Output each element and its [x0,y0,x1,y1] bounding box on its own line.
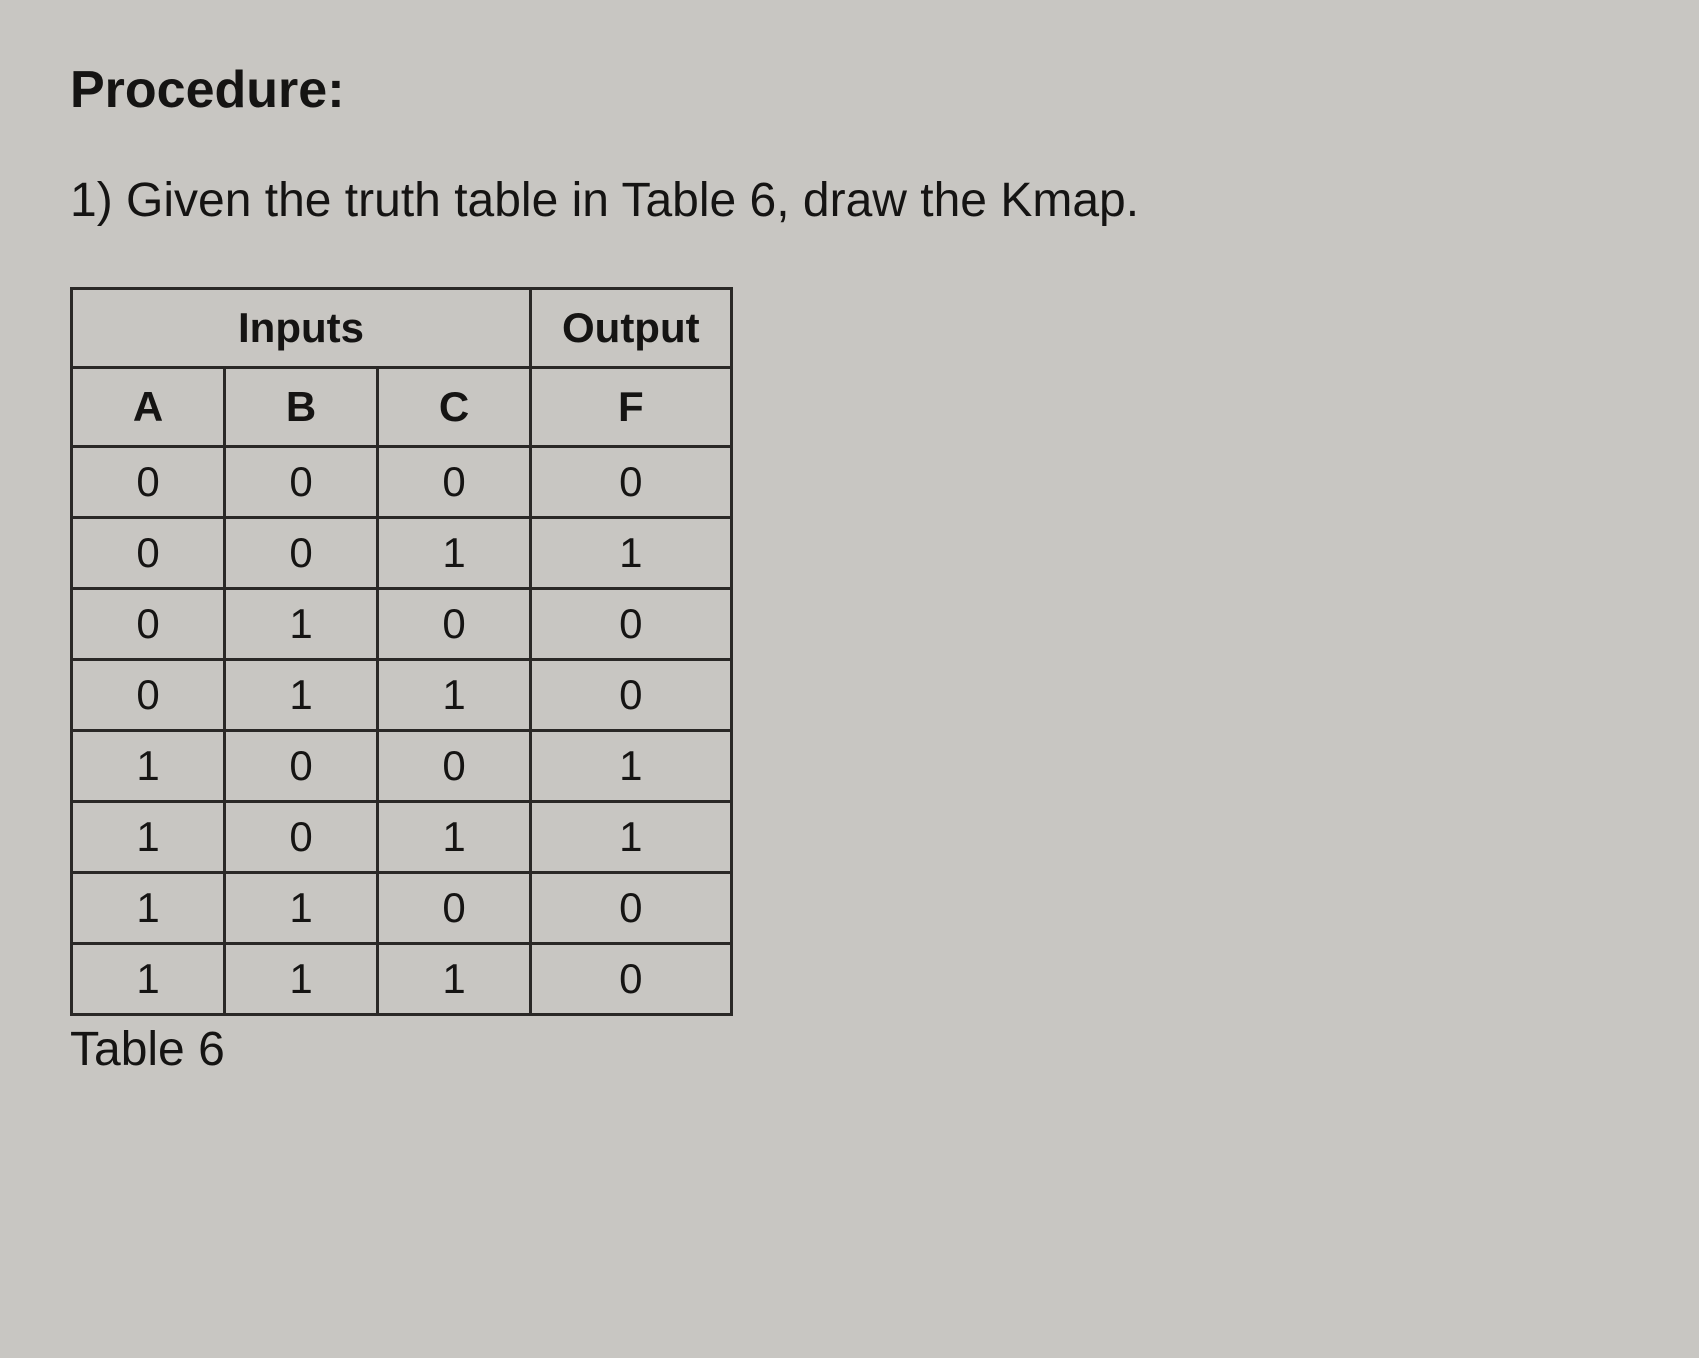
cell-b: 1 [225,873,378,944]
table-header-output: Output [531,289,732,368]
cell-a: 0 [72,447,225,518]
cell-f: 0 [531,589,732,660]
table-row: 1 0 1 1 [72,802,732,873]
table-row: 0 0 1 1 [72,518,732,589]
truth-table: Inputs Output A B C F 0 0 0 0 0 0 1 1 0 … [70,287,733,1016]
table-col-a: A [72,368,225,447]
cell-c: 1 [378,660,531,731]
cell-b: 0 [225,802,378,873]
table-col-c: C [378,368,531,447]
table-header-inputs: Inputs [72,289,531,368]
cell-b: 1 [225,589,378,660]
table-row: 0 0 0 0 [72,447,732,518]
table-row: 0 1 1 0 [72,660,732,731]
cell-c: 1 [378,944,531,1015]
table-col-b: B [225,368,378,447]
cell-a: 1 [72,802,225,873]
instruction-text: 1) Given the truth table in Table 6, dra… [70,170,1629,232]
cell-c: 0 [378,731,531,802]
table-caption: Table 6 [70,1022,1629,1077]
cell-b: 1 [225,944,378,1015]
cell-f: 0 [531,447,732,518]
cell-a: 0 [72,589,225,660]
section-heading: Procedure: [70,60,1629,120]
cell-b: 0 [225,731,378,802]
cell-c: 0 [378,447,531,518]
table-row: 1 1 0 0 [72,873,732,944]
cell-b: 0 [225,518,378,589]
cell-a: 1 [72,873,225,944]
cell-b: 1 [225,660,378,731]
cell-f: 1 [531,802,732,873]
cell-b: 0 [225,447,378,518]
table-col-f: F [531,368,732,447]
cell-a: 1 [72,944,225,1015]
table-row: 1 0 0 1 [72,731,732,802]
cell-c: 0 [378,873,531,944]
cell-f: 0 [531,944,732,1015]
cell-a: 0 [72,518,225,589]
cell-f: 0 [531,660,732,731]
cell-f: 1 [531,518,732,589]
cell-c: 1 [378,518,531,589]
cell-c: 1 [378,802,531,873]
cell-a: 1 [72,731,225,802]
cell-f: 1 [531,731,732,802]
cell-a: 0 [72,660,225,731]
table-row: 1 1 1 0 [72,944,732,1015]
table-row: 0 1 0 0 [72,589,732,660]
cell-f: 0 [531,873,732,944]
cell-c: 0 [378,589,531,660]
